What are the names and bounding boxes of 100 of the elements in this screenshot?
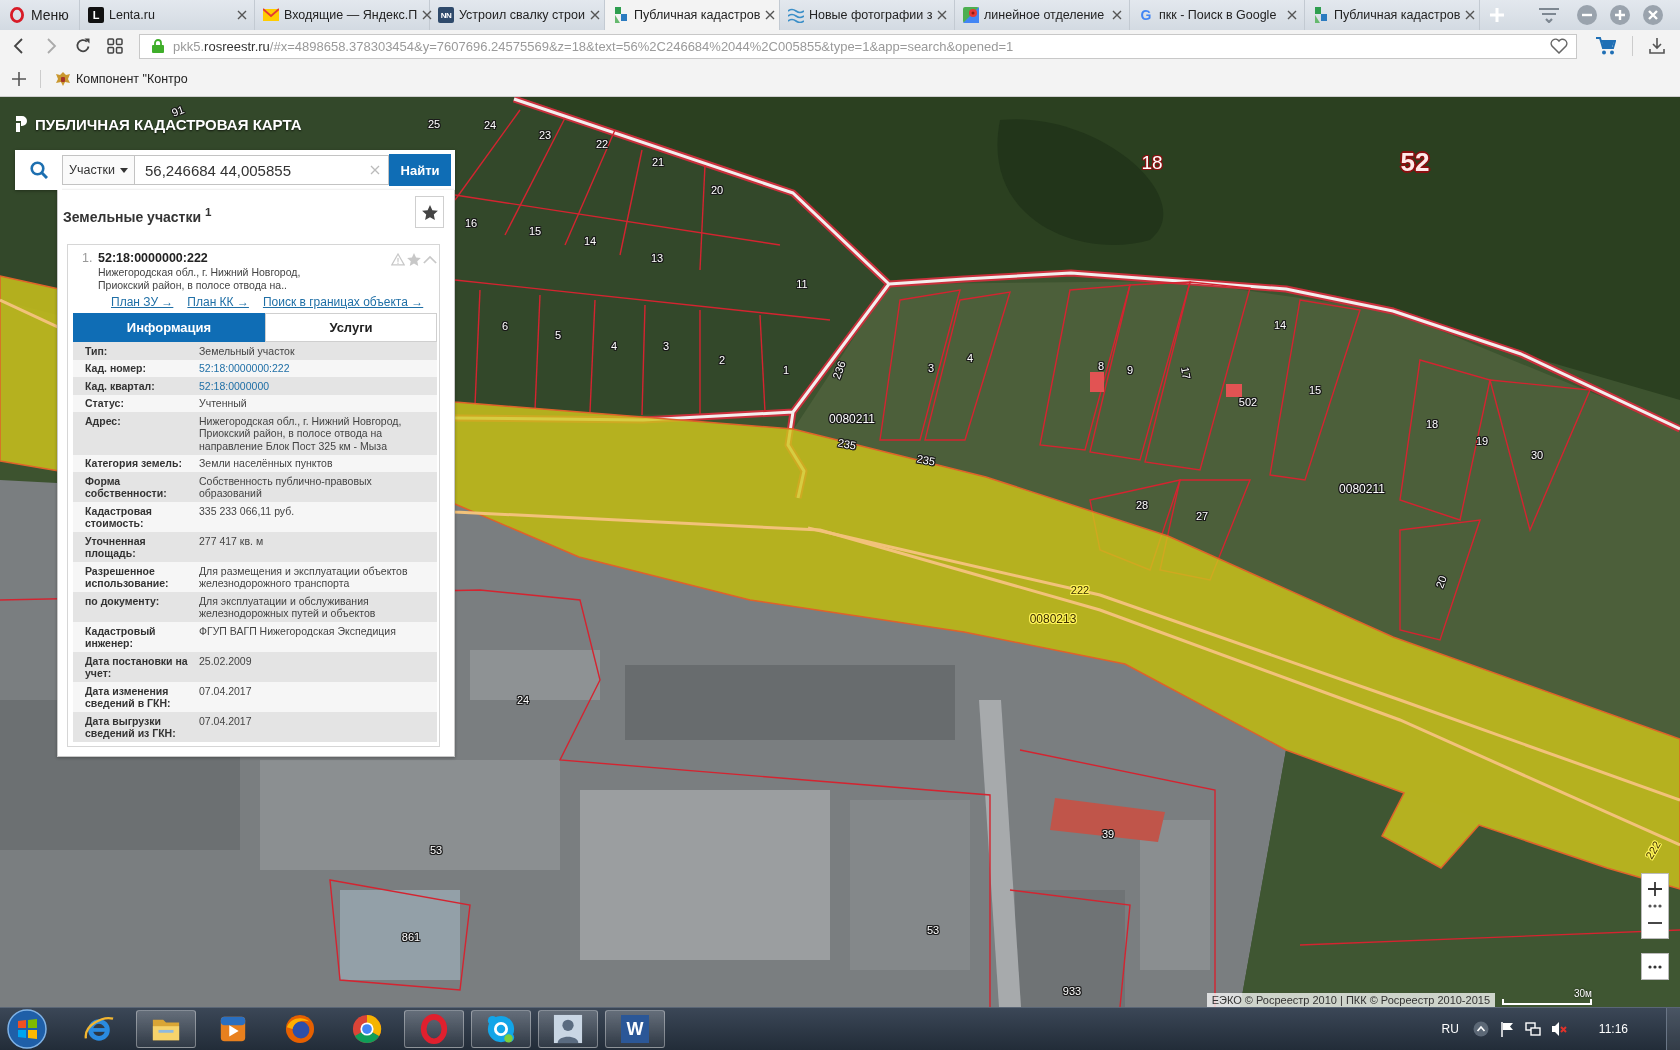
search-field[interactable]: 56,246684 44,005855 [135,155,389,185]
parcel-number-label: 933 [1062,985,1082,997]
taskbar-app-button[interactable]: W [605,1010,665,1048]
parcel-number-label: 235 [836,436,858,452]
star-icon[interactable] [407,253,421,266]
taskbar-app-button[interactable] [471,1010,531,1048]
find-button[interactable]: Найти [389,154,451,186]
chevron-up-icon[interactable] [1472,1021,1489,1037]
close-icon[interactable] [937,10,948,20]
field-value: 335 233 066,11 руб. [199,502,437,532]
leaf-logo-icon [613,7,629,23]
parcel-number-label: 22 [595,138,609,150]
parcel-number-label: 2 [718,354,726,366]
envelope-icon [263,7,279,23]
parcel-number-label: 25 [427,118,441,130]
field-label: Дата выгрузки сведений из ГКН: [73,712,199,742]
flag-icon[interactable] [1498,1021,1515,1037]
minimize-icon[interactable] [1577,5,1597,25]
scale-label: 30м [1574,988,1592,999]
map-attribution: ЕЭКО © Росреестр 2010 | ПКК © Росреестр 2010-2015 [1206,993,1495,1007]
field-label: Адрес: [73,412,199,455]
show-desktop-button[interactable] [1666,1008,1680,1050]
taskbar-app-button[interactable] [538,1010,598,1048]
field-link[interactable]: 52:18:0000000 [199,377,437,395]
chat-bubble-icon [486,1014,516,1044]
result-link[interactable]: План ЗУ → [111,295,174,310]
parcel-number-label: 13 [650,252,664,264]
result-link[interactable]: План КК → [187,295,249,310]
close-icon[interactable] [1465,10,1476,20]
waves-icon [788,7,804,23]
parcel-number-label: 27 [1195,510,1209,522]
emblem-icon [55,71,71,87]
parcel-number-label: 9 [1126,364,1134,376]
parcel-number-label: 4 [610,340,618,352]
download-icon[interactable] [1649,38,1665,54]
field-label: Дата постановки на учет: [73,652,199,682]
parcel-number-label: 861 [401,931,421,943]
network-icon[interactable] [1524,1021,1541,1037]
close-icon[interactable] [1112,10,1122,20]
close-icon[interactable] [589,10,600,20]
cadastral-number[interactable]: 52:18:0000000:222 [98,251,391,266]
parcel-number-label: 6 [501,320,509,332]
parcel-number-label: 1 [782,364,790,376]
search-button[interactable] [15,150,62,190]
parcel-number-label: 236 [830,359,848,381]
info-tab[interactable]: Информация [73,313,265,342]
parcel-number-label: 30 [1530,449,1544,461]
letter-favicon: L [88,7,104,23]
taskbar-app-button[interactable] [136,1010,196,1048]
favorite-button[interactable] [415,196,444,228]
info-tab[interactable]: Услуги [265,313,437,342]
parcel-number-label: 235 [915,452,937,468]
result-address: Нижегородская обл., г. Нижний Новгород, Приокский район, в полосе отвода на.. [98,266,302,292]
e-logo-icon [84,1014,114,1044]
parcel-number-label: 222 [1070,584,1090,596]
field-value: 07.04.2017 [199,682,437,712]
field-label: Кадастровый инженер: [73,622,199,652]
category-dropdown[interactable]: Участки [62,155,135,185]
plus-icon[interactable] [1648,882,1662,896]
parcel-number-label: 18 [1425,418,1439,430]
parcel-number-label: 24 [483,119,497,131]
maximize-icon[interactable] [1610,5,1630,25]
parcel-number-label: 20 [1433,574,1449,590]
start-orb-icon[interactable] [7,1009,47,1049]
speaker-muted-icon[interactable] [1550,1021,1567,1037]
clock-time[interactable]: 11:16 [1598,1022,1628,1036]
parcel-number-label: 19 [1475,435,1489,447]
close-icon[interactable] [422,10,433,20]
more-icon[interactable] [1648,904,1662,908]
close-icon[interactable] [237,10,247,20]
parcel-number-label: 4 [966,352,974,364]
parcel-number-label: 3 [662,340,670,352]
field-label: Уточненная площадь: [73,532,199,562]
close-icon[interactable] [765,10,776,20]
close-icon[interactable] [1287,10,1297,20]
field-value: Для эксплуатации и обслуживания железнодорожных путей и объектов [199,592,437,622]
parcel-number-label: 5 [554,329,562,341]
quarter-number-label: 0080211 [1339,483,1385,495]
parcel-number-label: 16 [464,217,478,229]
heart-icon[interactable] [1550,38,1568,54]
field-label: Кадастровая стоимость: [73,502,199,532]
reload-icon[interactable] [75,38,91,54]
parcel-number-label: 23 [538,129,552,141]
grid-icon[interactable] [107,38,123,54]
tab-menu-icon[interactable] [1539,7,1559,23]
lock-icon [152,39,164,53]
language-indicator[interactable]: RU [1441,1022,1459,1036]
result-link[interactable]: Поиск в границах объекта → [262,295,424,310]
parcel-number-label: 502 [1238,396,1258,408]
leaf-logo-icon [1313,7,1329,23]
field-label: Тип: [73,342,199,360]
cart-icon[interactable] [1596,37,1616,55]
browser-tab[interactable]: Публичная кадастров [605,0,780,30]
address-field[interactable]: pkk5.rosreestr.ru/#x=4898658.378303454&y=7607696.24575569&z=18&text=56%2C246684%2044%2C005855&type=1&app=search&opened=1 [139,33,1577,59]
logo-icon [15,115,29,133]
bookmark-item[interactable]: Компонент "Контро [55,71,188,87]
parcel-number-label: 20 [710,184,724,196]
parcel-number-label: 15 [1308,384,1322,396]
results-title: Земельные участки $^{1}$ [63,205,212,225]
building-marker [1090,372,1104,392]
